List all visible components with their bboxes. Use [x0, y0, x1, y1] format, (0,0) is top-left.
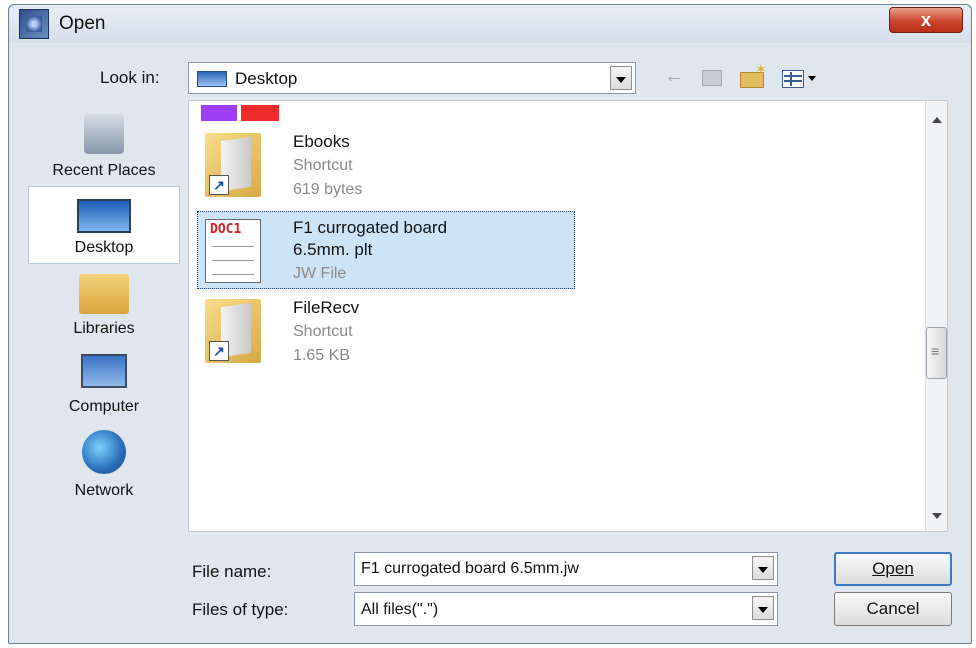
document-line [212, 246, 254, 247]
places-bar: Recent Places Desktop Libraries Computer… [28, 100, 180, 530]
file-type: Shortcut [293, 323, 353, 340]
place-label: Computer [68, 398, 140, 415]
file-name: F1 currogated board 6.5mm. plt [293, 217, 447, 261]
scroll-down-arrow-icon[interactable] [932, 513, 942, 519]
file-type-dropdown[interactable]: All files(".") [354, 592, 778, 626]
file-size: 1.65 KB [293, 347, 350, 364]
document-icon: DOC1 [205, 219, 261, 283]
file-type: Shortcut [293, 157, 353, 174]
file-size: 619 bytes [293, 181, 363, 198]
file-name-label: File name: [192, 562, 272, 581]
place-desktop[interactable]: Desktop [28, 186, 180, 264]
close-button[interactable]: x [889, 7, 963, 33]
open-button[interactable]: Open [834, 552, 952, 586]
place-libraries[interactable]: Libraries [28, 272, 180, 342]
file-type: JW File [293, 265, 347, 282]
cancel-button[interactable]: Cancel [834, 592, 952, 626]
new-folder-icon[interactable] [740, 61, 767, 88]
views-menu-icon[interactable] [782, 70, 804, 88]
scroll-up-arrow-icon[interactable] [932, 117, 942, 123]
file-name: Ebooks [293, 132, 350, 151]
up-one-level-icon[interactable] [702, 70, 722, 86]
chevron-down-icon[interactable] [752, 596, 774, 620]
file-type-value: All files(".") [361, 601, 439, 618]
network-icon [82, 430, 126, 474]
file-name-field[interactable] [354, 552, 778, 586]
scrollbar-thumb[interactable] [926, 327, 947, 379]
file-name-line1: F1 currogated board [293, 218, 448, 237]
folder-shortcut-icon: ↗ [205, 133, 261, 197]
place-computer[interactable]: Computer [28, 350, 180, 422]
libraries-icon [79, 274, 129, 314]
place-label: Network [74, 482, 134, 499]
desktop-icon [197, 71, 227, 87]
chevron-down-icon[interactable] [610, 66, 632, 90]
window-title: Open [59, 13, 106, 34]
look-in-dropdown[interactable]: Desktop [188, 62, 636, 94]
place-label: Recent Places [52, 162, 156, 179]
list-item-ebooks[interactable]: ↗ Ebooks Shortcut 619 bytes [197, 125, 575, 203]
computer-icon [81, 354, 127, 388]
file-name: FileRecv [293, 298, 360, 317]
title-bar: Open x [9, 5, 971, 43]
recent-places-icon [84, 114, 124, 154]
vertical-scrollbar[interactable] [925, 101, 947, 531]
shortcut-arrow-icon: ↗ [209, 175, 229, 195]
look-in-label: Look in: [100, 68, 160, 87]
place-label: Desktop [74, 239, 134, 256]
color-swatch-red [241, 105, 279, 121]
list-item-filerecv[interactable]: ↗ FileRecv Shortcut 1.65 KB [197, 291, 575, 369]
chevron-down-icon[interactable] [752, 556, 774, 580]
color-swatch-purple [201, 105, 237, 121]
app-icon [19, 9, 49, 39]
folder-shortcut-icon: ↗ [205, 299, 261, 363]
views-dropdown-arrow-icon[interactable] [808, 76, 816, 81]
document-line [212, 274, 254, 275]
open-button-label: Open [872, 559, 914, 578]
shortcut-arrow-icon: ↗ [209, 341, 229, 361]
file-type-label: Files of type: [192, 600, 289, 619]
place-recent-places[interactable]: Recent Places [28, 108, 180, 184]
place-network[interactable]: Network [28, 428, 180, 502]
file-name-input[interactable] [355, 553, 757, 585]
file-name-line2: 6.5mm. plt [293, 240, 373, 259]
file-list[interactable]: ↗ Ebooks Shortcut 619 bytes DOC1 F1 curr… [188, 100, 948, 532]
list-item-f1-currogated-board[interactable]: DOC1 F1 currogated board 6.5mm. plt JW F… [197, 211, 575, 289]
document-line [212, 260, 254, 261]
look-in-value: Desktop [235, 69, 298, 88]
back-arrow-icon[interactable]: ← [664, 66, 686, 88]
desktop-icon [77, 199, 131, 233]
place-label: Libraries [73, 320, 135, 337]
document-thumb-label: DOC1 [210, 222, 242, 237]
